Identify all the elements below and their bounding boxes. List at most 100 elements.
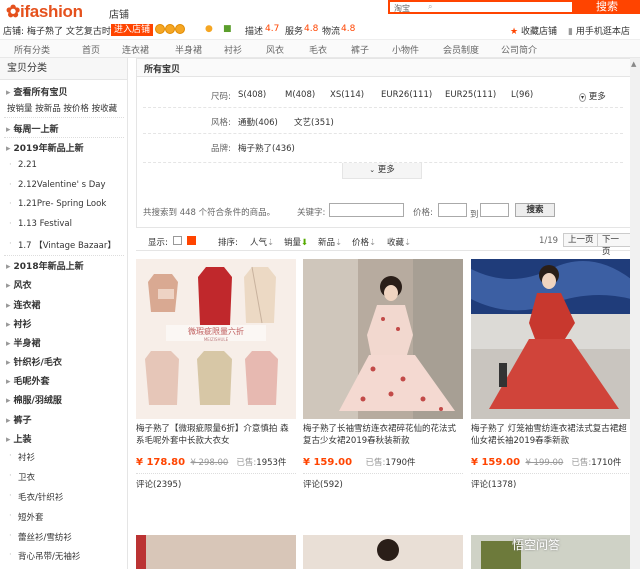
sidebar-item[interactable]: 每周一上新 [0,122,127,135]
sidebar-item[interactable]: 毛呢外套 [0,374,127,387]
mobile-shop-link[interactable]: ▮ 用手机逛本店 [568,24,630,37]
product-image[interactable] [471,259,631,419]
price-max-input[interactable] [480,203,509,217]
product-old-price: ¥ 199.00 [525,458,564,468]
sort-sales[interactable]: 销量⬇ [284,236,308,248]
next-page-button[interactable]: 下一页 [597,233,632,257]
sidebar-item[interactable]: 2018年新品上新 [0,259,127,272]
nav-item[interactable]: 首页 [82,43,100,56]
size-option[interactable]: EUR25(111) [445,90,496,100]
sidebar-item[interactable]: 棉服/羽绒服 [0,393,127,406]
prev-page-button[interactable]: 上一页 [563,233,599,247]
sold-label: 已售: [365,458,386,468]
star-icon: ★ [510,27,519,37]
sidebar-item[interactable]: 衬衫 [0,317,127,330]
filter-title: 所有宝贝 [144,65,181,75]
score-logistics: 4.8 [341,24,356,34]
sidebar-item[interactable]: 半身裙 [0,336,127,349]
enter-shop-button[interactable]: 进入店铺 [111,24,154,36]
crown-icon [155,24,185,37]
sidebar-item[interactable]: 1.7 【Vintage Bazaar】 [0,239,127,251]
sidebar-item[interactable]: 1.13 Festival [0,219,127,229]
site-logo[interactable]: ✿ifashion [6,2,83,22]
sort-popularity[interactable]: 人气⇣ [250,236,274,248]
search-input[interactable]: 淘宝 ⌕ [388,0,574,14]
shop-nav: 所有分类 首页 连衣裙 半身裙 衬衫 风衣 毛衣 裤子 小物件 会员制度 公司简… [0,40,640,58]
sold-count: 1710件 [591,458,622,468]
nav-item[interactable]: 公司简介 [501,43,537,56]
shop-name[interactable]: 梅子熟了 文艺复古时 [27,24,111,37]
product-title[interactable]: 梅子熟了 灯笼袖雪纺连衣裙法式复古裙超仙女裙长袖2019春季新款 [471,423,631,447]
sidebar-item[interactable]: 1.21Pre- Spring Look [0,199,127,209]
nav-item[interactable]: 裤子 [351,43,369,56]
sidebar-item[interactable]: 衬衫 [0,451,127,463]
size-option[interactable]: EUR26(111) [381,90,432,100]
sidebar-item[interactable]: 毛衣/针织衫 [0,491,127,503]
sidebar-item[interactable]: 裤子 [0,413,127,426]
keyword-label: 关键字: [297,208,326,218]
product-banner-sub: MEIZISHULE [203,337,229,342]
favorite-shop-link[interactable]: ★ 收藏店铺 [510,24,557,37]
product-title[interactable]: 梅子熟了长袖雪纺连衣裙碎花仙的花法式复古少女裙2019春秋装新款 [303,423,463,447]
chevron-down-icon: ▾ [579,93,587,102]
sidebar-sort-links[interactable]: 按销量 按新品 按价格 按收藏 [0,102,127,114]
score-desc: 4.7 [265,24,280,34]
sold-count: 1790件 [385,458,416,468]
sort-favorites[interactable]: 收藏⇣ [387,236,411,248]
sidebar-item[interactable]: 2.12Valentine' s Day [0,180,127,190]
keyword-input[interactable] [329,203,404,217]
product-price-row: ¥ 178.80 ¥ 298.00 已售:1953件 [136,456,286,468]
sidebar-item[interactable]: 连衣裙 [0,298,127,311]
sidebar-item[interactable]: 背心吊带/无袖衫 [0,550,127,562]
size-option[interactable]: M(408) [285,90,315,100]
size-option[interactable]: L(96) [511,90,533,100]
product-reviews[interactable]: 评论(592) [303,478,343,490]
nav-item[interactable]: 风衣 [266,43,284,56]
nav-item[interactable]: 毛衣 [309,43,327,56]
more-sizes-button[interactable]: ▾ 更多 [579,90,606,102]
nav-item[interactable]: 连衣裙 [122,43,149,56]
product-image[interactable]: 微瑕疵限量六折 MEIZISHULE [136,259,296,419]
grid-view-icon[interactable] [187,236,196,246]
chevron-down-icon: ⌄ [369,166,376,174]
size-option[interactable]: S(408) [238,90,266,100]
sidebar-item[interactable]: 2.21 [0,160,127,170]
style-option[interactable]: 文艺(351) [294,116,334,128]
sidebar-item[interactable]: 卫衣 [0,471,127,483]
filter-search-button[interactable]: 搜索 [515,203,555,217]
list-view-icon[interactable] [173,236,182,246]
product-reviews[interactable]: 评论(1378) [471,478,516,490]
search-button[interactable]: 搜索 [574,0,640,14]
sold-label: 已售: [571,458,592,468]
brand-option[interactable]: 梅子熟了(436) [238,142,295,154]
nav-item[interactable]: 小物件 [392,43,419,56]
sort-price[interactable]: 价格⇣ [352,236,376,248]
style-option[interactable]: 通勤(406) [238,116,278,128]
nav-item[interactable]: 半身裙 [175,43,202,56]
scrollbar[interactable]: ▲ [630,58,640,569]
sort-arrow-icon: ⇣ [404,238,412,248]
price-min-input[interactable] [438,203,467,217]
search-scope[interactable]: 淘宝 [394,3,410,14]
sort-new[interactable]: 新品⇣ [318,236,342,248]
to-label: 到 [470,210,479,220]
product-title[interactable]: 梅子熟了【微瑕疵限量6折】介意慎拍 森系毛呢外套中长款大衣女 [136,423,296,447]
more-filters-button[interactable]: ⌄ 更多 [342,163,422,179]
nav-item[interactable]: 衬衫 [224,43,242,56]
sidebar-view-all[interactable]: 查看所有宝贝 [0,85,127,98]
sidebar-item[interactable]: 短外套 [0,511,127,523]
scroll-up-icon[interactable]: ▲ [631,60,636,68]
product-image[interactable] [136,535,296,569]
product-image[interactable] [303,259,463,419]
sidebar-item[interactable]: 上装 [0,432,127,445]
sidebar-item[interactable]: 2019年新品上新 [0,141,127,154]
product-reviews[interactable]: 评论(2395) [136,478,181,490]
product-image[interactable] [303,535,463,569]
nav-item[interactable]: 会员制度 [443,43,479,56]
sidebar-item[interactable]: 风衣 [0,278,127,291]
search-icon: ⌕ [428,2,433,11]
nav-item[interactable]: 所有分类 [14,43,50,56]
size-option[interactable]: XS(114) [330,90,364,100]
sidebar-item[interactable]: 蕾丝衫/雪纺衫 [0,531,127,543]
sidebar-item[interactable]: 针织衫/毛衣 [0,355,127,368]
